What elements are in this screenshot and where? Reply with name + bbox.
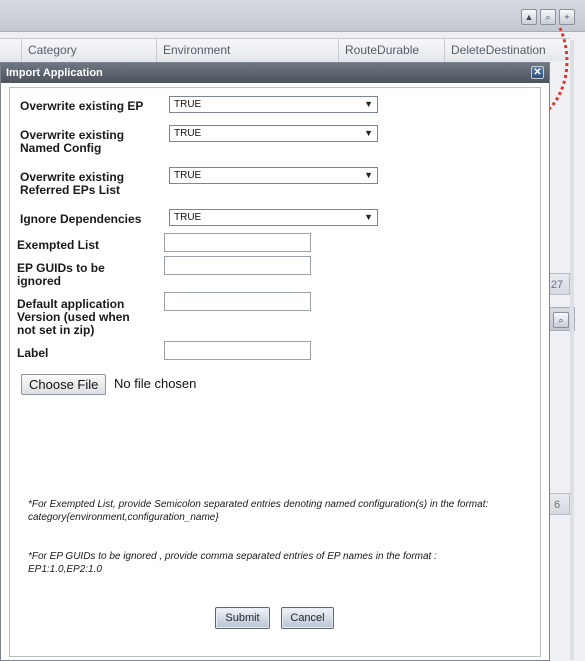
dialog-title: Import Application	[1, 63, 549, 83]
submit-button[interactable]: Submit	[215, 607, 270, 629]
cancel-button[interactable]: Cancel	[281, 607, 334, 629]
default-version-label-line3: not set in zip)	[17, 323, 95, 337]
ep-guids-label-line2: ignored	[17, 274, 61, 288]
overwrite-referred-select[interactable]: TRUE ▼	[169, 167, 378, 184]
overwrite-ep-value: TRUE	[174, 99, 202, 110]
header-category[interactable]: Category	[21, 39, 156, 62]
header-route-durable[interactable]: RouteDurable	[338, 39, 444, 62]
overwrite-referred-value: TRUE	[174, 170, 202, 181]
file-status-text: No file chosen	[114, 376, 197, 391]
overwrite-referred-label: Overwrite existing Referred EPs List	[20, 171, 124, 197]
default-version-label: Default application Version (used when n…	[17, 298, 130, 337]
overwrite-named-config-value: TRUE	[174, 128, 202, 139]
header-spacer	[0, 39, 21, 62]
overwrite-ep-select[interactable]: TRUE ▼	[169, 96, 378, 113]
ignore-dependencies-value: TRUE	[174, 212, 202, 223]
exempted-note-line2: category{environment,configuration_name}	[28, 512, 219, 523]
dropdown-arrow-icon: ▼	[364, 170, 373, 180]
overwrite-referred-label-line2: Referred EPs List	[20, 183, 121, 197]
background-scrollbar[interactable]	[570, 40, 574, 660]
label-label: Label	[17, 346, 49, 360]
overwrite-named-config-label: Overwrite existing Named Config	[20, 129, 124, 155]
ep-guids-note: *For EP GUIDs to be ignored , provide co…	[28, 550, 543, 576]
overwrite-named-config-select[interactable]: TRUE ▼	[169, 125, 378, 142]
ep-guids-input[interactable]	[164, 256, 311, 275]
close-icon[interactable]: ✕	[531, 66, 544, 79]
background-titlebar: ▲ ⌕ +	[0, 0, 585, 32]
dropdown-arrow-icon: ▼	[364, 99, 373, 109]
guids-note-line1: *For EP GUIDs to be ignored , provide co…	[28, 551, 437, 562]
exempted-list-input[interactable]	[164, 233, 311, 252]
screen: ▲ ⌕ + Category Environment RouteDurable …	[0, 0, 585, 661]
choose-file-button[interactable]: Choose File	[21, 374, 107, 395]
dropdown-arrow-icon: ▼	[364, 212, 373, 222]
overwrite-named-config-label-line2: Named Config	[20, 141, 102, 155]
exempted-list-note: *For Exempted List, provide Semicolon se…	[28, 498, 543, 524]
overwrite-ep-label: Overwrite existing EP	[20, 99, 144, 113]
label-input[interactable]	[164, 341, 311, 360]
header-environment[interactable]: Environment	[156, 39, 338, 62]
default-version-input[interactable]	[164, 292, 311, 311]
ignore-dependencies-select[interactable]: TRUE ▼	[169, 209, 378, 226]
ignore-dependencies-label: Ignore Dependencies	[20, 212, 142, 226]
zoom-icon[interactable]: ⌕	[553, 312, 569, 328]
background-table-header: Category Environment RouteDurable Delete…	[0, 38, 570, 63]
guids-note-line2: EP1:1.0,EP2:1.0	[28, 564, 102, 575]
ep-guids-label: EP GUIDs to be ignored	[17, 262, 105, 288]
dropdown-arrow-icon: ▼	[364, 128, 373, 138]
exempted-list-label: Exempted List	[17, 238, 100, 252]
exempted-note-line1: *For Exempted List, provide Semicolon se…	[28, 499, 489, 510]
